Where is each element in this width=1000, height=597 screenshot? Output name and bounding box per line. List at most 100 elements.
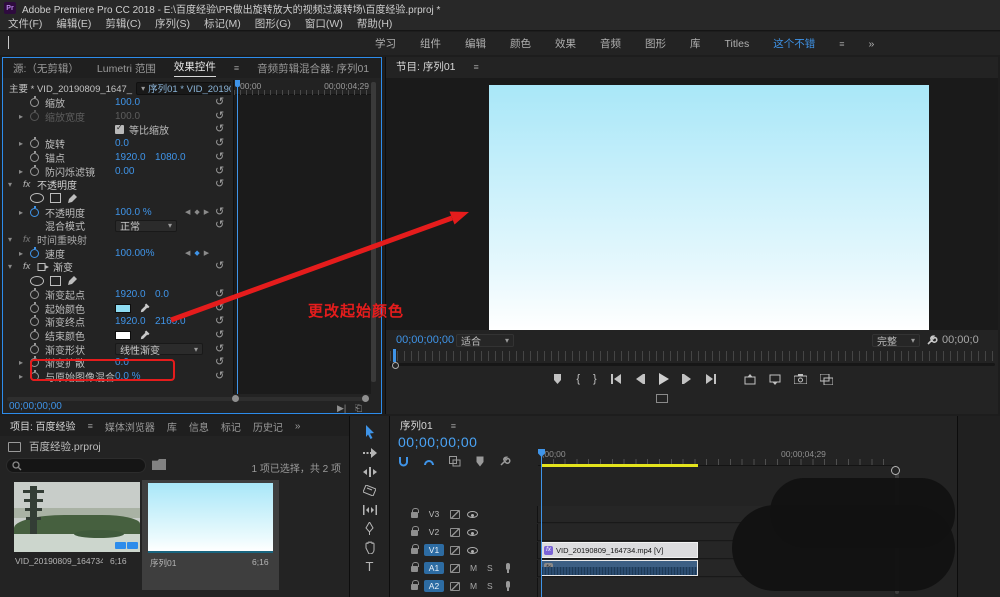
disclosure-triangle-icon[interactable]: ▸ — [19, 358, 23, 367]
menu-clip[interactable]: 剪辑(C) — [105, 16, 141, 31]
ellipse-mask-icon[interactable] — [30, 193, 44, 203]
lift-button[interactable] — [744, 374, 756, 385]
track-name-a1[interactable]: A1 — [424, 562, 444, 574]
checkbox-checked-icon[interactable] — [115, 125, 124, 134]
property-row-uniform-scale[interactable]: 等比缩放 — [3, 123, 231, 136]
reset-icon[interactable] — [215, 330, 224, 341]
property-row-end-color[interactable]: 结束颜色 — [3, 329, 231, 342]
menu-markers[interactable]: 标记(M) — [204, 16, 241, 31]
project-item-video-thumbnail[interactable] — [14, 482, 140, 552]
disclosure-triangle-icon[interactable]: ▸ — [19, 112, 23, 121]
workspace-tab-custom-active[interactable]: 这个不错 — [773, 36, 815, 51]
rect-mask-icon[interactable] — [50, 276, 61, 286]
track-select-forward-tool[interactable] — [361, 445, 378, 460]
tab-effect-controls[interactable]: 效果控件 — [174, 59, 216, 77]
workspace-overflow-chevron[interactable]: » — [868, 38, 874, 50]
eye-toggle-icon[interactable] — [467, 529, 478, 536]
settings-wrench-icon[interactable] — [926, 334, 938, 346]
stopwatch-icon-active[interactable] — [30, 208, 39, 217]
stopwatch-icon[interactable] — [30, 139, 39, 148]
tab-media-browser[interactable]: 媒体浏览器 — [105, 419, 155, 434]
reset-icon[interactable] — [215, 357, 224, 368]
fx-effect-icon[interactable] — [23, 261, 30, 272]
razor-tool[interactable] — [361, 483, 378, 498]
menu-sequence[interactable]: 序列(S) — [155, 16, 190, 31]
selection-tool[interactable] — [361, 424, 378, 439]
property-row-scale-width[interactable]: ▸ 缩放宽度 100.0 — [3, 110, 231, 123]
solo-button[interactable]: S — [487, 581, 493, 591]
stopwatch-icon[interactable] — [30, 153, 39, 162]
chevron-down-icon[interactable]: ▾ — [8, 235, 12, 244]
sync-lock-icon[interactable] — [450, 528, 460, 537]
reset-icon[interactable] — [215, 138, 224, 149]
disclosure-triangle-icon[interactable]: ▸ — [19, 372, 23, 381]
stopwatch-icon[interactable] — [30, 167, 39, 176]
timeline-settings-icon[interactable] — [449, 456, 461, 467]
monitor-resize-handle[interactable] — [656, 394, 668, 403]
panel-menu-icon[interactable]: ≡ — [234, 63, 239, 73]
sequence-clip-selector[interactable]: ▾ 序列01 * VID_20190809_ — [136, 82, 231, 95]
tab-sequence-timeline[interactable]: 序列01 — [400, 418, 433, 435]
add-marker-icon[interactable] — [475, 456, 485, 467]
tabs-overflow-chevron[interactable]: » — [295, 421, 301, 432]
tab-source-monitor[interactable]: 源:（无剪辑） — [13, 61, 79, 76]
hand-tool[interactable] — [361, 540, 378, 555]
property-row-start-color[interactable]: 起始颜色 — [3, 302, 231, 315]
workspace-tab-graphics[interactable]: 图形 — [645, 36, 666, 51]
property-row-rotation[interactable]: ▸ 旋转 0.0 — [3, 137, 231, 150]
scrollbar-handle[interactable] — [891, 466, 900, 475]
voiceover-mic-icon[interactable] — [506, 581, 510, 588]
stopwatch-icon[interactable] — [30, 331, 39, 340]
end-color-swatch[interactable] — [115, 331, 131, 340]
tab-libraries[interactable]: 库 — [167, 419, 177, 434]
new-bin-folder-icon[interactable] — [152, 459, 166, 470]
play-button[interactable] — [658, 373, 669, 385]
playhead[interactable] — [237, 80, 238, 394]
solo-button[interactable]: S — [487, 563, 493, 573]
property-row-anchor-point[interactable]: 锚点 1920.0 1080.0 — [3, 151, 231, 164]
chevron-down-icon[interactable]: ▾ — [8, 262, 12, 271]
disclosure-triangle-icon[interactable]: ▸ — [19, 167, 23, 176]
reset-icon[interactable] — [215, 289, 224, 300]
stopwatch-icon[interactable] — [30, 98, 39, 107]
reset-icon[interactable] — [215, 166, 224, 177]
property-row-scale[interactable]: 缩放 100.0 — [3, 96, 231, 109]
reset-icon[interactable] — [215, 303, 224, 314]
tab-info[interactable]: 信息 — [189, 419, 209, 434]
reset-icon[interactable] — [215, 371, 224, 382]
rect-mask-icon[interactable] — [50, 193, 61, 203]
button-editor-button[interactable] — [820, 374, 833, 385]
reset-icon[interactable] — [215, 179, 224, 190]
keyframe-timeline[interactable]: 00;00 00;00;04;29 — [233, 80, 371, 394]
lock-icon[interactable] — [411, 512, 418, 518]
master-clip-label[interactable]: 主要 * VID_20190809_1647_ — [9, 81, 132, 95]
export-icon[interactable]: ⎗ — [355, 403, 362, 414]
playback-resolution-dropdown[interactable]: 完整▾ — [872, 334, 920, 347]
eye-toggle-icon[interactable] — [467, 511, 478, 518]
property-row-opacity-value[interactable]: ▸ 不透明度 100.0 % ◀◆▶ — [3, 206, 231, 219]
sync-lock-icon[interactable] — [450, 510, 460, 519]
panel-menu-icon[interactable]: ≡ — [88, 421, 93, 431]
workspace-tab-assembly[interactable]: 组件 — [420, 36, 441, 51]
project-root-row[interactable]: 百度经验.prproj — [8, 439, 101, 454]
stopwatch-icon[interactable] — [30, 304, 39, 313]
panel-menu-icon[interactable]: ≡ — [451, 421, 456, 431]
workspace-tab-editing[interactable]: 编辑 — [465, 36, 486, 51]
project-item-name[interactable]: VID_20190809_164734.mp4 — [15, 556, 103, 566]
disclosure-triangle-icon[interactable]: ▸ — [19, 139, 23, 148]
reset-icon[interactable] — [215, 152, 224, 163]
project-item-sequence-thumbnail[interactable] — [148, 483, 273, 553]
track-name-v2[interactable]: V2 — [424, 526, 444, 538]
menu-help[interactable]: 帮助(H) — [357, 16, 393, 31]
blend-mode-dropdown[interactable]: 正常▾ — [115, 220, 177, 232]
reset-icon[interactable] — [215, 344, 224, 355]
go-to-in-button[interactable] — [610, 374, 622, 384]
track-name-v1[interactable]: V1 — [424, 544, 444, 556]
pen-tool[interactable] — [361, 521, 378, 536]
type-tool[interactable]: T — [361, 559, 378, 574]
linked-selection-icon[interactable] — [423, 456, 435, 467]
property-row-gradient-end[interactable]: 渐变终点 1920.0 2160.0 — [3, 315, 231, 328]
tab-markers[interactable]: 标记 — [221, 419, 241, 434]
search-input[interactable] — [6, 458, 146, 473]
step-back-button[interactable] — [635, 374, 645, 384]
